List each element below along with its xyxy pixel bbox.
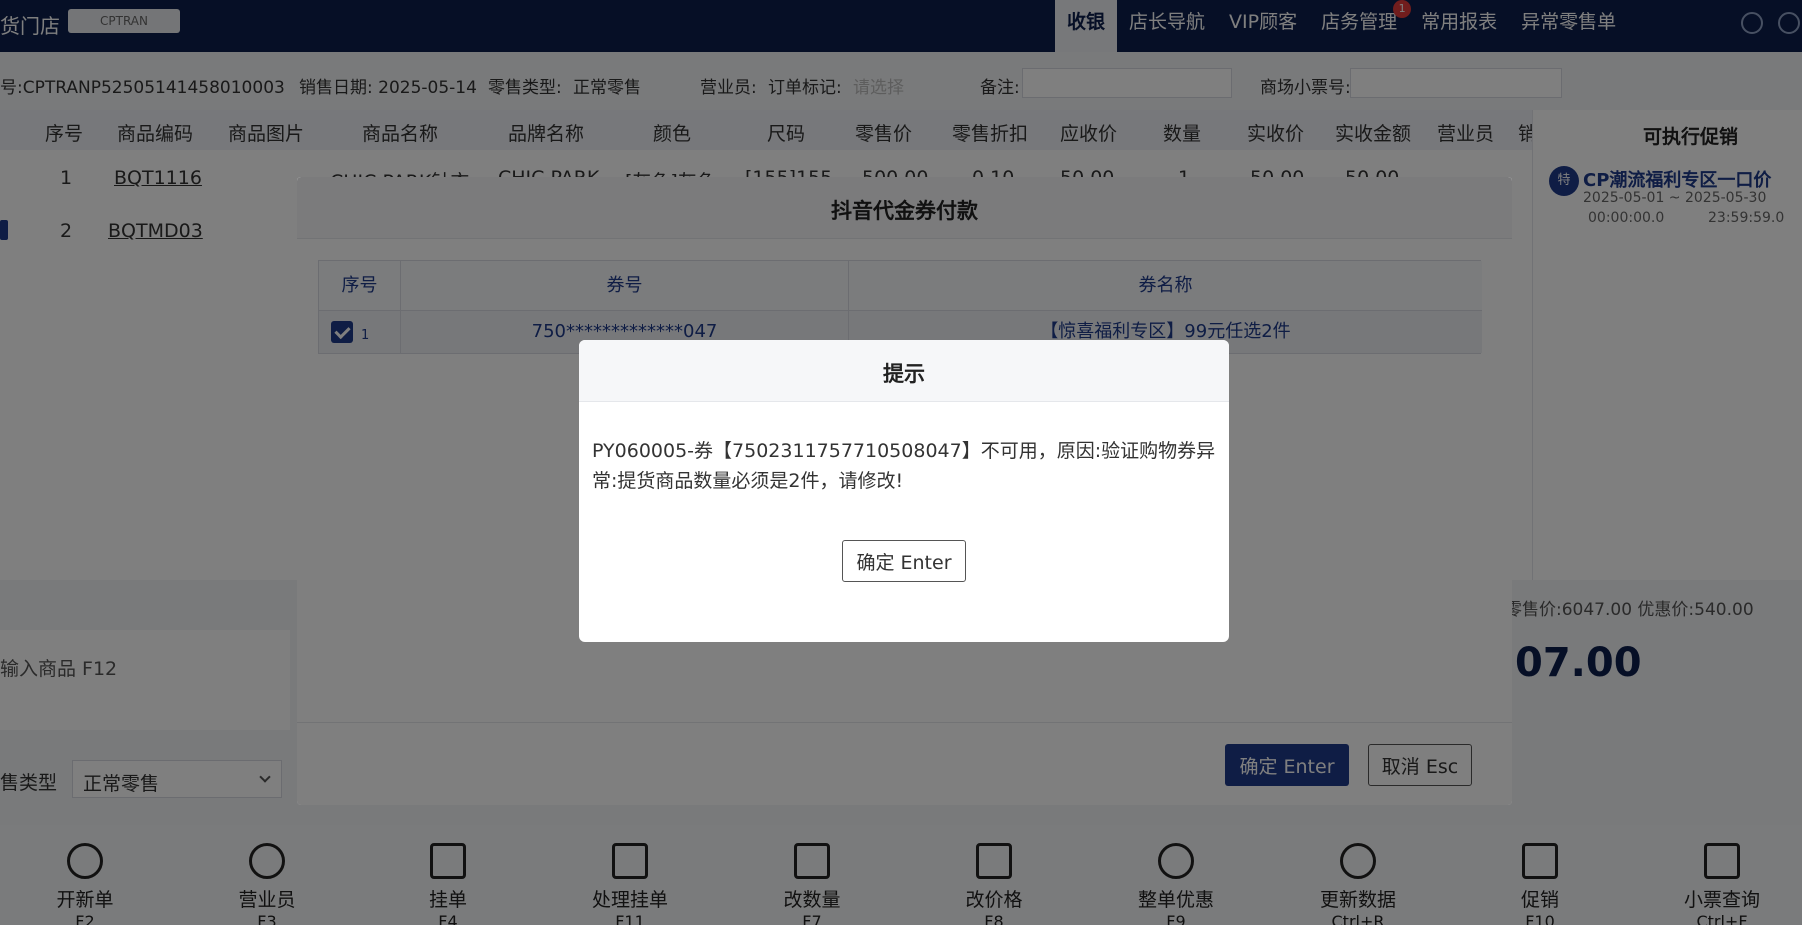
alert-confirm-button[interactable]: 确定 Enter bbox=[842, 540, 966, 582]
alert-message: PY060005-券【7502311757710508047】不可用，原因:验证… bbox=[592, 440, 1216, 492]
alert-header: 提示 bbox=[579, 340, 1229, 402]
alert-dialog: 提示 PY060005-券【7502311757710508047】不可用，原因… bbox=[579, 340, 1229, 642]
alert-title: 提示 bbox=[883, 362, 925, 386]
